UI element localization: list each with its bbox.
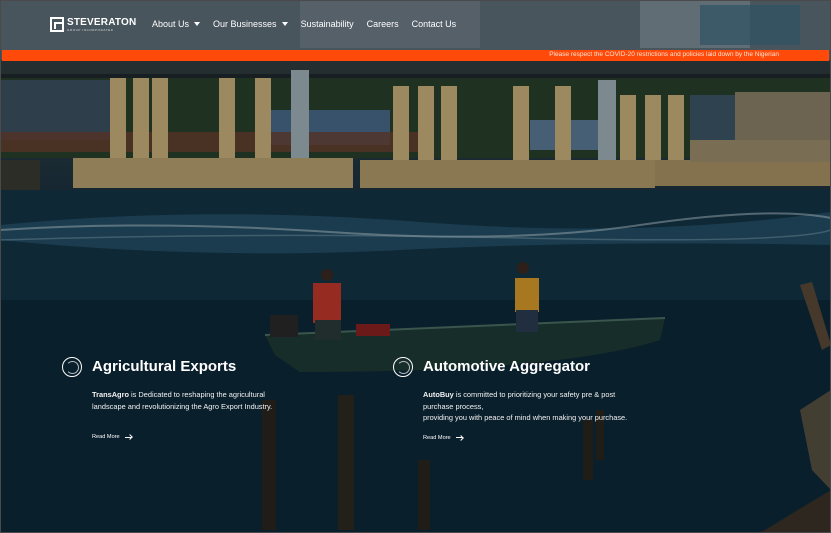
brand-tagline: GROUP INCORPORATED	[67, 27, 114, 32]
card-text-line2: providing you with peace of mind when ma…	[423, 413, 628, 422]
chevron-down-icon	[281, 22, 288, 26]
read-more-label: Read More	[92, 434, 120, 440]
announcement-text: Please respect the COVID-20 restrictions…	[549, 51, 779, 58]
nav-label: Our Businesses	[213, 19, 277, 29]
nav-contact-us[interactable]: Contact Us	[412, 19, 457, 29]
card-title: Automotive Aggregator	[423, 358, 590, 375]
read-more-link[interactable]: Read More	[423, 435, 633, 441]
nav-label: About Us	[152, 19, 190, 29]
read-more-label: Read More	[423, 434, 451, 441]
nav-our-businesses[interactable]: Our Businesses	[213, 19, 288, 29]
nav-label: Sustainability	[300, 19, 354, 29]
hero-background-image	[0, 0, 831, 533]
nav-sustainability[interactable]: Sustainability	[301, 19, 354, 29]
brand-name: STEVERATON	[67, 16, 137, 28]
card-description: TransAgro is Dedicated to reshaping the …	[62, 389, 297, 412]
logo-text: STEVERATON GROUP INCORPORATED	[67, 16, 137, 32]
read-more-link[interactable]: Read More	[92, 434, 297, 440]
announcement-bar: Please respect the COVID-20 restrictions…	[2, 50, 829, 61]
chevron-down-icon	[194, 22, 201, 26]
card-brand: AutoBuy	[423, 390, 454, 399]
ring-icon	[62, 357, 82, 377]
card-header: Agricultural Exports	[62, 357, 297, 377]
nav-careers[interactable]: Careers	[367, 19, 399, 29]
main-nav: About Us Our Businesses Sustainability C…	[152, 19, 469, 29]
brand-logo[interactable]: STEVERATON GROUP INCORPORATED	[50, 17, 136, 32]
nav-label: Careers	[366, 19, 399, 29]
nav-about-us[interactable]: About Us	[152, 19, 201, 29]
nav-label: Contact Us	[411, 19, 457, 29]
site-header: STEVERATON GROUP INCORPORATED About Us O…	[0, 0, 831, 50]
bridge-river-scene	[0, 0, 831, 533]
card-header: Automotive Aggregator	[393, 357, 633, 377]
card-title: Agricultural Exports	[92, 358, 237, 375]
card-description: AutoBuy is committed to prioritizing you…	[393, 389, 633, 424]
logo-mark-icon	[50, 17, 64, 32]
business-card-agricultural-exports: Agricultural Exports TransAgro is Dedica…	[62, 357, 297, 440]
ring-icon	[393, 357, 413, 377]
business-card-automotive-aggregator: Automotive Aggregator AutoBuy is committ…	[393, 357, 633, 441]
arrow-right-icon	[455, 435, 463, 440]
card-brand: TransAgro	[92, 390, 129, 399]
arrow-right-icon	[124, 435, 132, 440]
